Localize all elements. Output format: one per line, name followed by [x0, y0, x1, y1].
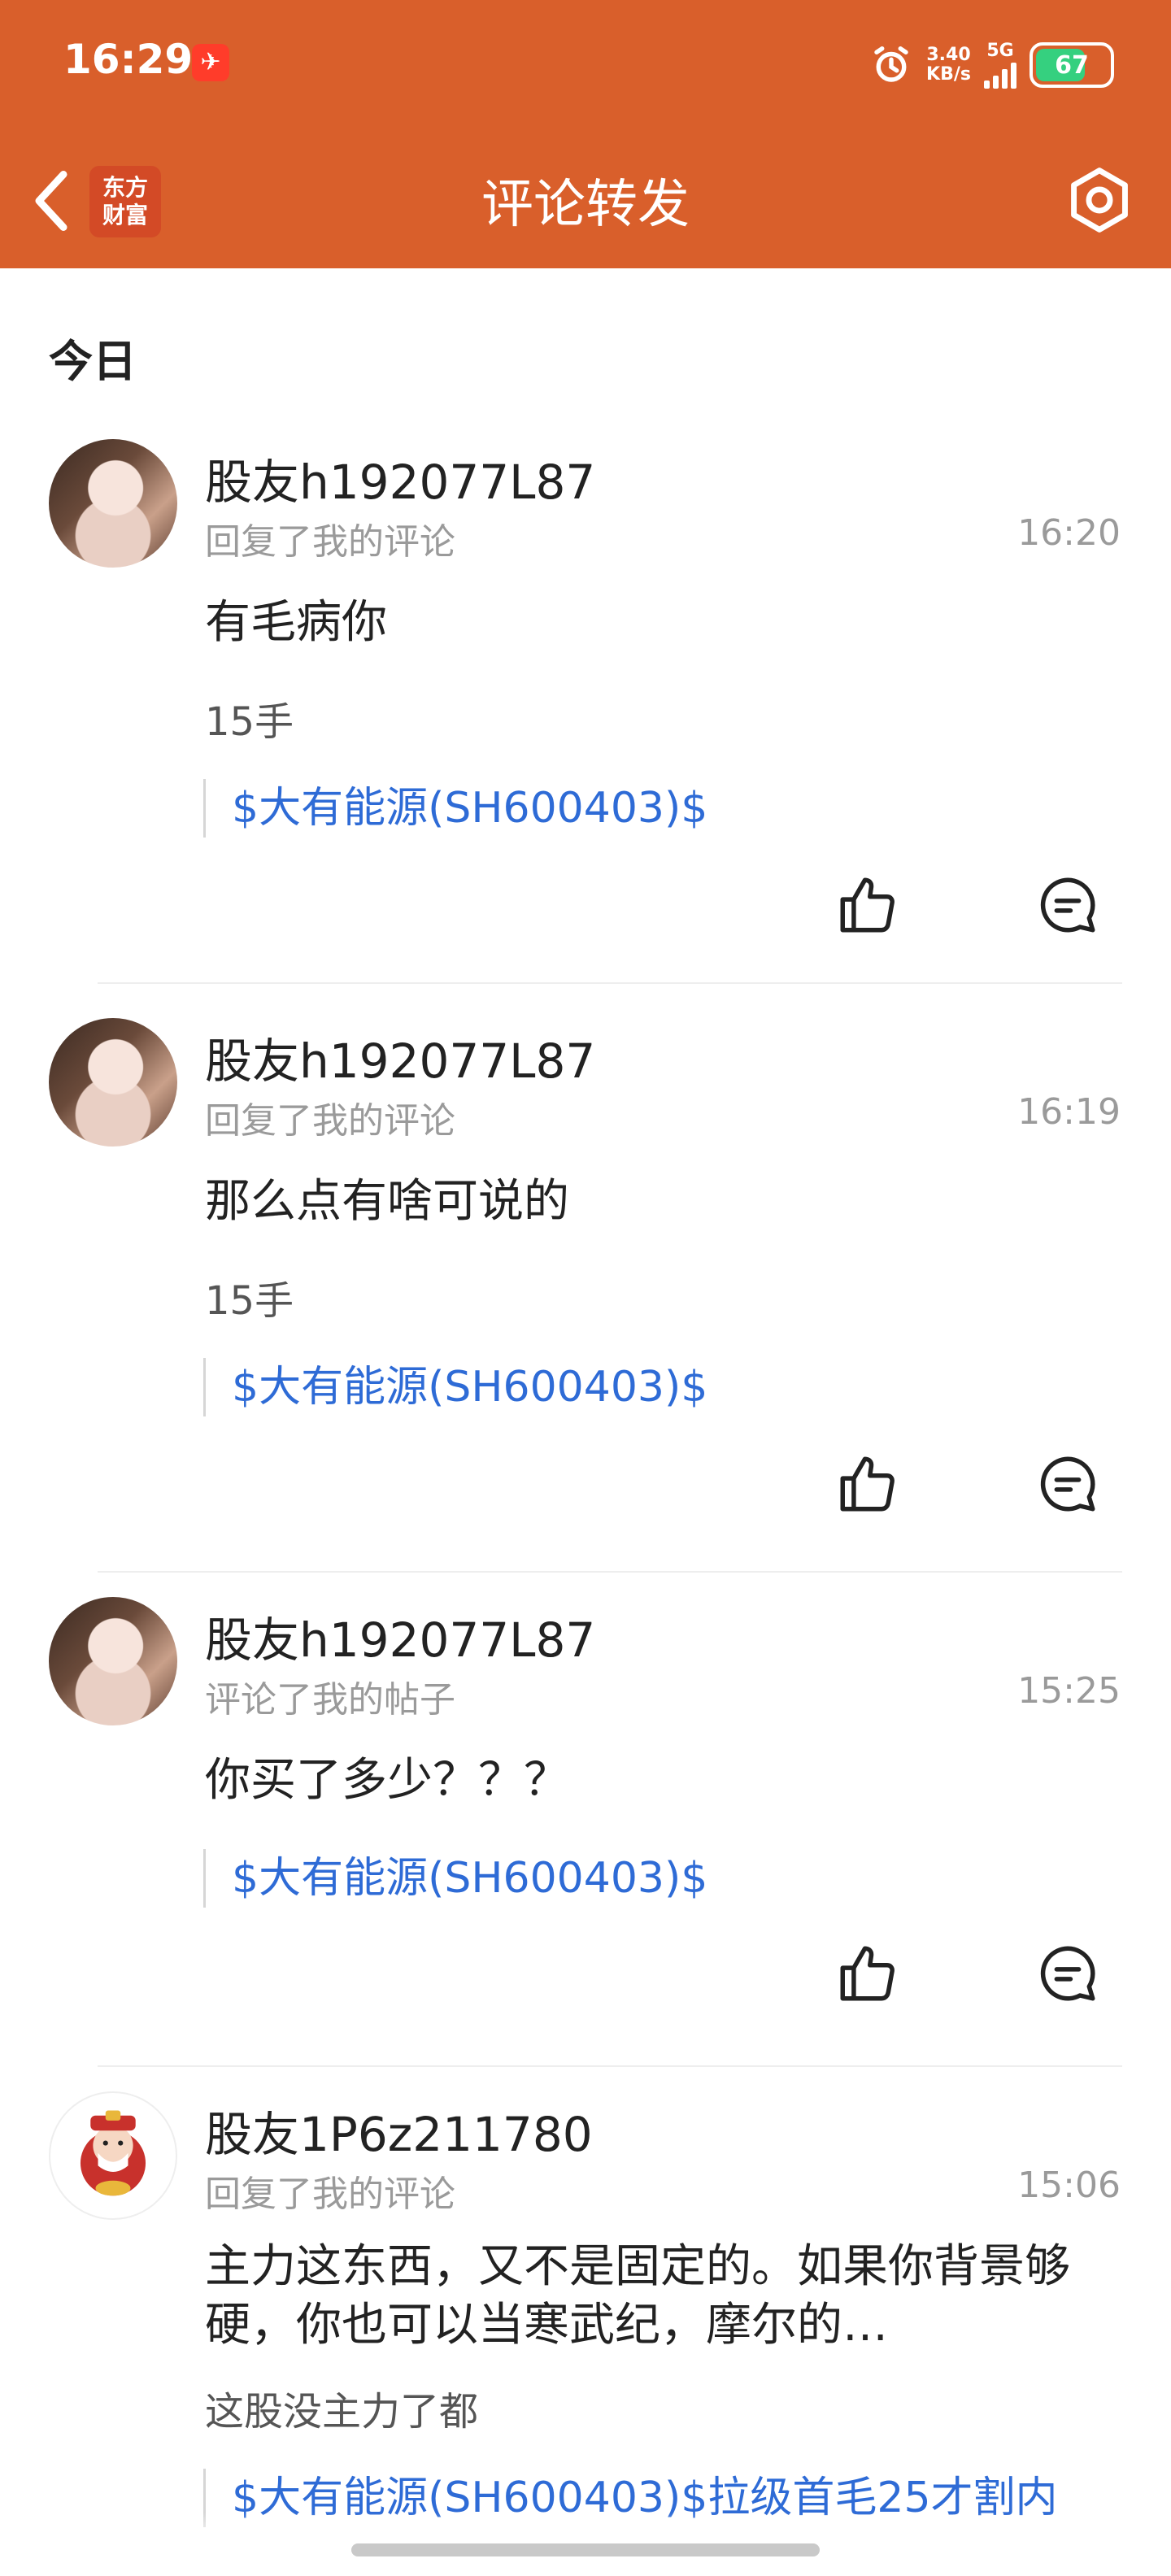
status-time: 16:29 — [63, 36, 194, 83]
avatar[interactable] — [49, 1597, 177, 1725]
avatar[interactable] — [49, 2091, 177, 2220]
thumbs-up-icon — [840, 1946, 895, 2001]
comment-bubble-icon — [1040, 1456, 1095, 1512]
reply-content[interactable]: 主力这东西，又不是固定的。如果你背景够硬，你也可以当寒武纪，摩尔的… — [205, 2238, 1124, 2355]
avatar[interactable] — [49, 439, 177, 568]
net-speed-value: 3.40 — [926, 45, 971, 65]
quoted-comment: 这股没主力了都 — [205, 2389, 479, 2435]
page-title: 评论转发 — [481, 175, 690, 235]
username[interactable]: 股友h192077L87 — [205, 1023, 595, 1091]
timestamp: 15:06 — [1017, 2165, 1121, 2206]
comment-bubble-icon — [1040, 1946, 1095, 2001]
status-indicators: 3.40 KB/s 5G 67 — [869, 36, 1114, 94]
reply-content[interactable]: 那么点有啥可说的 — [205, 1173, 1124, 1231]
settings-button[interactable] — [1059, 159, 1140, 241]
reply-content[interactable]: 有毛病你 — [205, 594, 1124, 652]
comment-button[interactable] — [1031, 1447, 1104, 1521]
like-button[interactable] — [831, 868, 904, 942]
action-text: 回复了我的评论 — [205, 2174, 455, 2215]
network-type: 5G — [984, 41, 1016, 89]
app-header: 东方 财富 评论转发 — [0, 138, 1171, 260]
notification-item[interactable]: 股友h192077L87 回复了我的评论 16:19 那么点有啥可说的 15手 … — [0, 1018, 1171, 1573]
battery-level: 67 — [1055, 50, 1089, 80]
comment-button[interactable] — [1031, 868, 1104, 942]
quoted-comment: 15手 — [205, 699, 294, 745]
username[interactable]: 股友1P6z211780 — [205, 2096, 593, 2165]
signal-icon — [984, 61, 1016, 89]
avatar[interactable] — [49, 1018, 177, 1147]
home-indicator[interactable] — [351, 2543, 820, 2556]
like-button[interactable] — [831, 1937, 904, 2010]
action-text: 评论了我的帖子 — [205, 1679, 455, 1721]
alarm-icon — [869, 43, 913, 87]
divider — [98, 1571, 1122, 1573]
action-text: 回复了我的评论 — [205, 521, 455, 563]
comment-content[interactable]: 你买了多少？？？ — [205, 1751, 1124, 1810]
notification-app-icon: ✈ — [192, 44, 229, 81]
net-speed: 3.40 KB/s — [926, 46, 971, 85]
thumbs-up-icon — [840, 1456, 895, 1512]
timestamp: 16:19 — [1017, 1091, 1121, 1133]
comment-button[interactable] — [1031, 1937, 1104, 2010]
gear-icon — [1071, 168, 1128, 233]
status-bar: 16:29 ✈ 3.40 KB/s 5G 67 — [0, 0, 1171, 130]
notification-item[interactable]: 股友h192077L87 评论了我的帖子 15:25 你买了多少？？？ $大有能… — [0, 1597, 1171, 2069]
stock-link[interactable]: $大有能源(SH600403)$ — [203, 779, 707, 838]
divider — [98, 982, 1122, 984]
action-text: 回复了我的评论 — [205, 1100, 455, 1142]
username[interactable]: 股友h192077L87 — [205, 1602, 595, 1670]
divider — [98, 2065, 1122, 2067]
timestamp: 15:25 — [1017, 1670, 1121, 1712]
comment-bubble-icon — [1040, 877, 1095, 933]
quoted-comment: 15手 — [205, 1278, 294, 1324]
top-bar: 16:29 ✈ 3.40 KB/s 5G 67 东方 财富 评论转发 — [0, 0, 1171, 268]
notification-item[interactable]: 股友h192077L87 回复了我的评论 16:20 有毛病你 15手 $大有能… — [0, 439, 1171, 984]
timestamp: 16:20 — [1017, 512, 1121, 554]
net-speed-unit: KB/s — [926, 64, 971, 85]
username[interactable]: 股友h192077L87 — [205, 444, 595, 512]
battery-icon: 67 — [1030, 42, 1114, 88]
section-title-today: 今日 — [49, 336, 137, 387]
notification-item[interactable]: 股友1P6z211780 回复了我的评论 15:06 主力这东西，又不是固定的。… — [0, 2091, 1171, 2527]
like-button[interactable] — [831, 1447, 904, 1521]
thumbs-up-icon — [840, 877, 895, 933]
fortune-god-avatar-icon — [80, 2110, 146, 2196]
stock-link[interactable]: $大有能源(SH600403)$ — [203, 1849, 707, 1908]
stock-link[interactable]: $大有能源(SH600403)$ — [203, 1358, 707, 1416]
network-label: 5G — [986, 41, 1014, 61]
